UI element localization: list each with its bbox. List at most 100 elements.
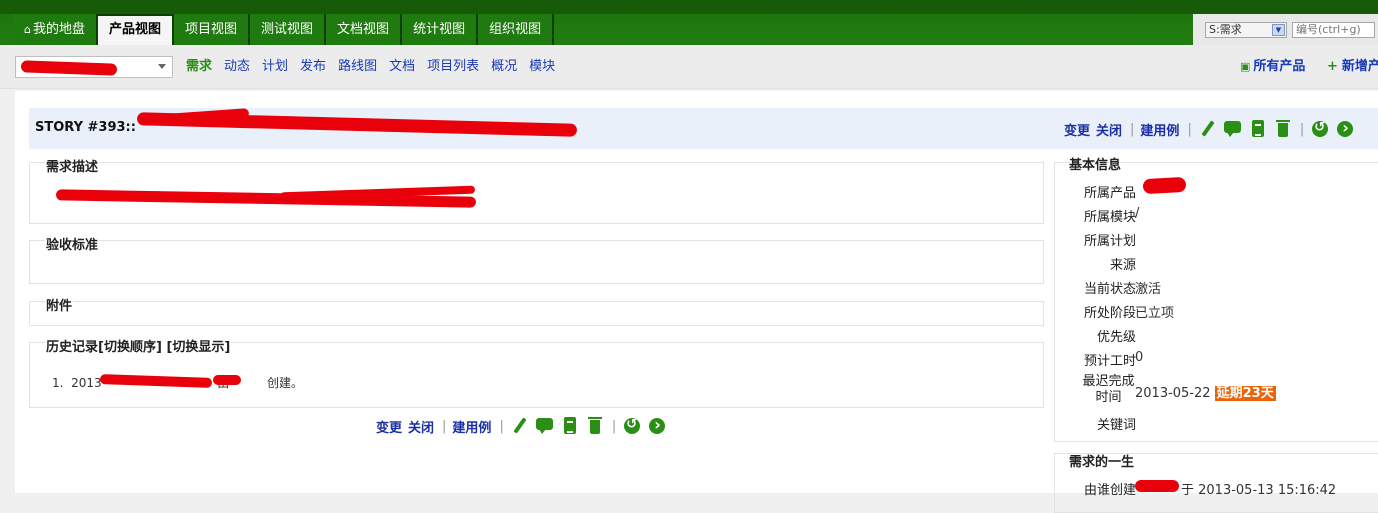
tab-test-view[interactable]: 测试视图 xyxy=(250,14,327,45)
copy-icon[interactable] xyxy=(1248,119,1268,139)
toggle-order-link[interactable]: [切换顺序] xyxy=(98,340,162,355)
products-icon: ▣ xyxy=(1240,60,1251,73)
delete-icon[interactable] xyxy=(585,416,605,436)
story-title: STORY #393:: xyxy=(35,120,136,135)
lifecycle-heading: 需求的一生 xyxy=(1069,455,1135,470)
close-link[interactable]: 关闭 xyxy=(1096,120,1122,139)
tab-product-view[interactable]: 产品视图 xyxy=(98,14,175,45)
divider: | xyxy=(611,418,617,434)
tab-label: 产品视图 xyxy=(109,22,162,37)
tab-my-dashboard[interactable]: ⌂ 我的地盘 xyxy=(13,14,98,45)
product-select[interactable] xyxy=(15,56,173,78)
info-value: / xyxy=(1135,206,1140,221)
info-label: 所属产品 xyxy=(1083,186,1136,201)
top-strip xyxy=(0,0,1378,14)
redaction-mark xyxy=(213,375,241,385)
main-nav: ⌂ 我的地盘 产品视图 项目视图 测试视图 文档视图 统计视图 组织视图 xyxy=(13,14,555,45)
search-input[interactable]: 编号(ctrl+g) xyxy=(1292,22,1375,38)
history-label: 历史记录 xyxy=(46,340,99,355)
divider: | xyxy=(1299,121,1305,137)
back-icon[interactable] xyxy=(1310,119,1330,139)
change-link[interactable]: 变更 xyxy=(1064,120,1090,139)
menu-overview[interactable]: 概况 xyxy=(491,58,517,76)
delete-icon[interactable] xyxy=(1273,119,1293,139)
menu-stories[interactable]: 需求 xyxy=(186,58,212,76)
create-case-link[interactable]: 建用例 xyxy=(1140,120,1179,139)
info-value: 0 xyxy=(1135,350,1144,365)
info-label: 所属模块 xyxy=(1083,210,1136,225)
history-date: 2013 xyxy=(71,376,102,390)
comment-icon[interactable] xyxy=(535,416,555,436)
redaction-mark xyxy=(1135,480,1179,492)
menu-releases[interactable]: 发布 xyxy=(300,58,326,76)
menu-projects[interactable]: 项目列表 xyxy=(427,58,479,76)
tab-label: 统计视图 xyxy=(413,22,466,37)
menu-modules[interactable]: 模块 xyxy=(529,58,555,76)
menu-plans[interactable]: 计划 xyxy=(262,58,288,76)
quick-search-area: S:需求 ▼ 编号(ctrl+g) xyxy=(1193,14,1378,45)
divider: | xyxy=(1187,121,1192,137)
info-value: 已立项 xyxy=(1135,306,1175,321)
redaction-mark xyxy=(20,60,118,76)
info-label: 最迟完成时间 xyxy=(1082,374,1135,405)
next-icon[interactable] xyxy=(1335,118,1355,139)
description-section: 需求描述 xyxy=(29,156,1044,224)
divider: | xyxy=(499,418,504,434)
copy-icon[interactable] xyxy=(560,416,580,436)
tab-label: 测试视图 xyxy=(261,22,314,37)
edit-icon[interactable] xyxy=(1198,119,1218,139)
tab-org-view[interactable]: 组织视图 xyxy=(478,14,555,45)
info-label: 所处阶段 xyxy=(1083,306,1136,321)
chevron-down-icon xyxy=(158,64,166,69)
story-actions-top: 变更 关闭 | 建用例 | | xyxy=(1064,118,1360,139)
history-index: 1. xyxy=(52,376,64,390)
divider: | xyxy=(442,418,447,434)
info-label: 预计工时 xyxy=(1083,354,1136,369)
info-label: 当前状态 xyxy=(1083,282,1136,297)
story-view: STORY #393:: 变更 关闭 | 建用例 | | 需求描述 验收标准 附… xyxy=(15,91,1378,513)
next-icon[interactable] xyxy=(647,415,667,436)
deadline-date: 2013-05-22 xyxy=(1135,386,1211,401)
comment-icon[interactable] xyxy=(1223,119,1243,139)
top-navbar: ⌂ 我的地盘 产品视图 项目视图 测试视图 文档视图 统计视图 组织视图 S:需求… xyxy=(0,0,1378,45)
menu-roadmap[interactable]: 路线图 xyxy=(338,58,377,76)
info-label: 关键词 xyxy=(1096,418,1136,433)
back-icon[interactable] xyxy=(622,416,642,436)
section-heading: 历史记录[切换顺序] [切换显示] xyxy=(45,336,232,355)
tab-stats-view[interactable]: 统计视图 xyxy=(402,14,479,45)
search-type-select[interactable]: S:需求 ▼ xyxy=(1205,22,1287,38)
menu-dynamics[interactable]: 动态 xyxy=(224,58,250,76)
close-link[interactable]: 关闭 xyxy=(408,417,434,436)
info-label: 由谁创建 xyxy=(1083,483,1136,498)
attachments-section: 附件 xyxy=(29,295,1044,326)
story-id: STORY #393:: xyxy=(35,120,136,135)
change-link[interactable]: 变更 xyxy=(376,417,402,436)
story-titlebar: STORY #393:: 变更 关闭 | 建用例 | | xyxy=(29,108,1378,149)
toggle-display-link[interactable]: [切换显示] xyxy=(166,340,230,355)
divider: | xyxy=(1130,121,1135,137)
menu-docs[interactable]: 文档 xyxy=(389,58,415,76)
sub-navbar: 需求 动态 计划 发布 路线图 文档 项目列表 概况 模块 ▣ 所有产品 + 新增产 xyxy=(0,45,1378,89)
redaction-mark xyxy=(1142,176,1187,195)
info-value: 2013-05-22 延期23天 xyxy=(1135,382,1276,401)
acceptance-section: 验收标准 xyxy=(29,234,1044,284)
history-section: 历史记录[切换顺序] [切换显示] 1. 2013 由 创建。 xyxy=(29,336,1044,408)
create-case-link[interactable]: 建用例 xyxy=(452,417,491,436)
tab-label: 我的地盘 xyxy=(32,22,85,37)
all-products-link[interactable]: ▣ 所有产品 xyxy=(1240,58,1305,76)
section-heading: 附件 xyxy=(45,295,74,314)
plus-icon: + xyxy=(1327,59,1338,74)
tab-doc-view[interactable]: 文档视图 xyxy=(326,14,403,45)
section-heading: 验收标准 xyxy=(45,234,100,253)
tab-label: 文档视图 xyxy=(337,22,390,37)
info-label: 所属计划 xyxy=(1083,234,1136,249)
tab-project-view[interactable]: 项目视图 xyxy=(174,14,251,45)
history-action: 创建。 xyxy=(266,376,303,390)
section-heading: 需求描述 xyxy=(45,156,100,175)
info-value: 于 2013-05-13 15:16:42 xyxy=(1181,483,1337,498)
all-products-label: 所有产品 xyxy=(1253,59,1306,74)
add-product-link[interactable]: + 新增产 xyxy=(1327,58,1378,76)
story-actions-bottom: 变更 关闭 | 建用例 | | xyxy=(376,415,672,436)
chevron-down-icon[interactable]: ▼ xyxy=(1272,24,1285,36)
edit-icon[interactable] xyxy=(510,416,530,436)
